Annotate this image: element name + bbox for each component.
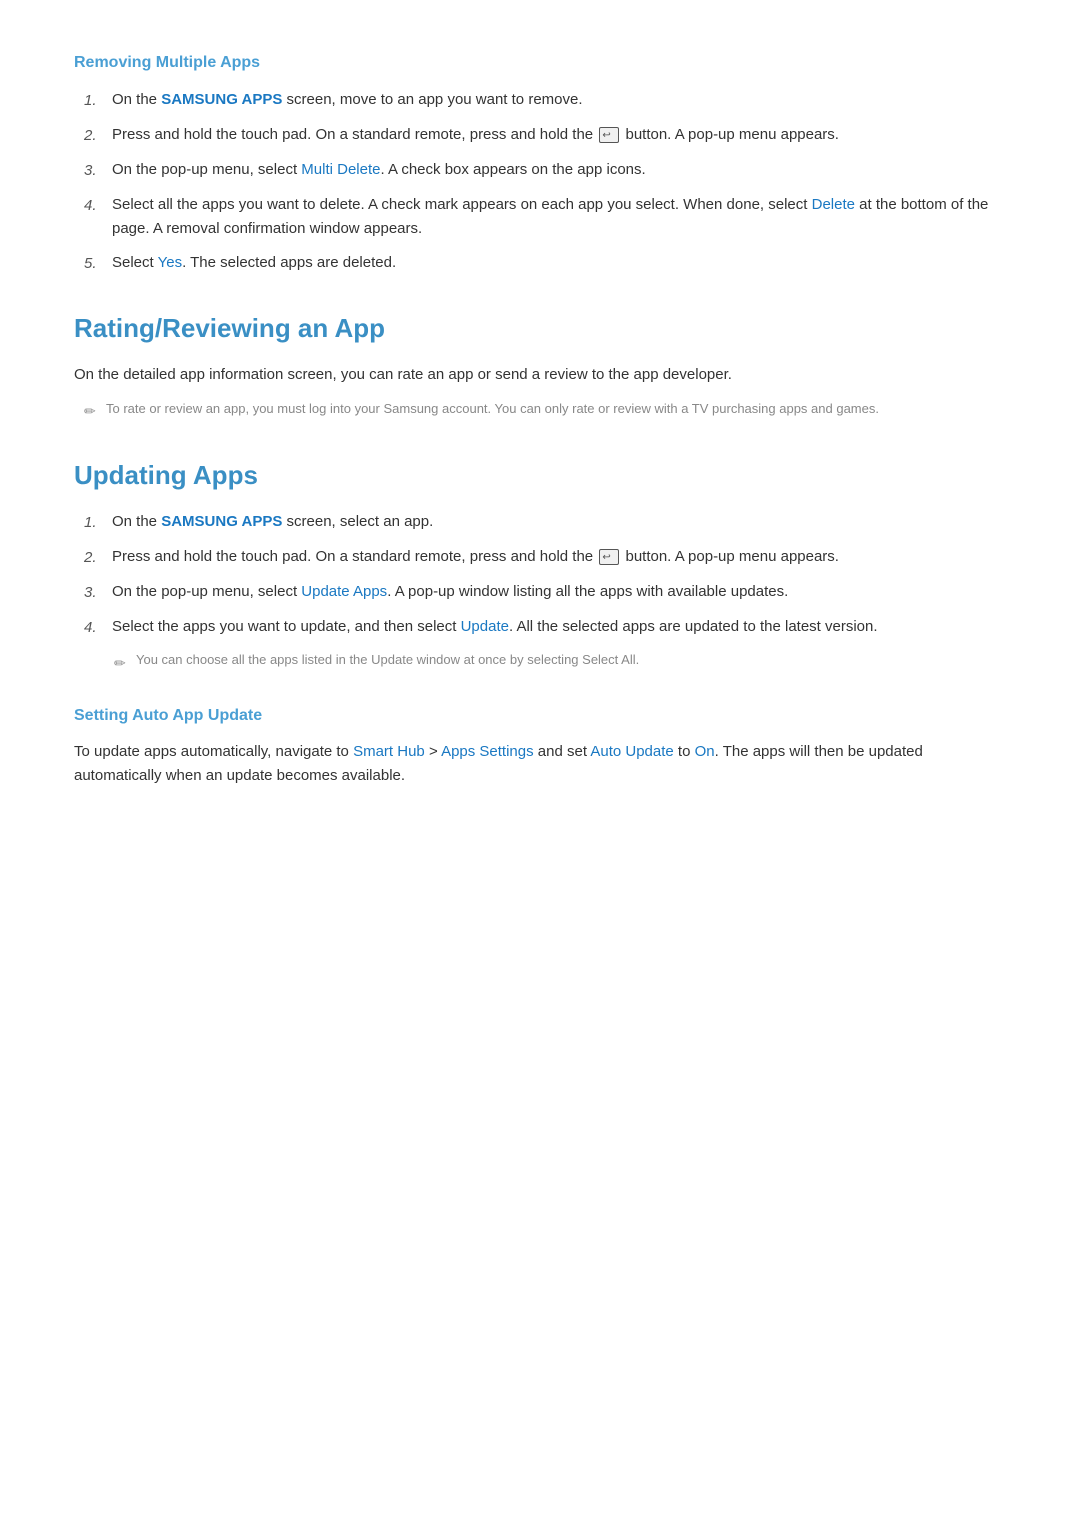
updating-step-number-1: 1. <box>84 510 112 535</box>
auto-update-link: Auto Update <box>590 743 673 760</box>
rating-section: Rating/Reviewing an App On the detailed … <box>74 308 1006 423</box>
delete-link: Delete <box>812 196 855 213</box>
updating-step-content-2: Press and hold the touch pad. On a stand… <box>112 545 1006 569</box>
auto-update-paragraph: To update apps automatically, navigate t… <box>74 740 1006 788</box>
auto-update-arrow: > <box>425 743 441 760</box>
update-apps-link: Update Apps <box>301 583 387 600</box>
updating-steps-list: 1. On the SAMSUNG APPS screen, select an… <box>74 510 1006 640</box>
updating-step-2: 2. Press and hold the touch pad. On a st… <box>74 545 1006 570</box>
yes-link: Yes <box>158 254 182 271</box>
auto-update-middle: and set <box>534 743 591 760</box>
removing-step-2: 2. Press and hold the touch pad. On a st… <box>74 123 1006 148</box>
updating-step-1: 1. On the SAMSUNG APPS screen, select an… <box>74 510 1006 535</box>
step-content-5: Select Yes. The selected apps are delete… <box>112 251 1006 275</box>
rating-note-block: ✏ To rate or review an app, you must log… <box>74 399 1006 422</box>
updating-step-number-3: 3. <box>84 580 112 605</box>
updating-step-content-4: Select the apps you want to update, and … <box>112 615 1006 639</box>
remote-button-icon-1 <box>599 127 619 143</box>
apps-settings-link: Apps Settings <box>441 743 534 760</box>
rating-paragraph: On the detailed app information screen, … <box>74 363 1006 387</box>
updating-step-content-1: On the SAMSUNG APPS screen, select an ap… <box>112 510 1006 534</box>
auto-update-section: Setting Auto App Update To update apps a… <box>74 703 1006 789</box>
auto-update-heading: Setting Auto App Update <box>74 703 1006 729</box>
smart-hub-link: Smart Hub <box>353 743 425 760</box>
updating-sub-note: ✏ You can choose all the apps listed in … <box>74 650 1006 674</box>
step-number-3: 3. <box>84 158 112 183</box>
updating-step-number-2: 2. <box>84 545 112 570</box>
step-number-2: 2. <box>84 123 112 148</box>
auto-update-text-before: To update apps automatically, navigate t… <box>74 743 353 760</box>
pencil-icon-1: ✏ <box>84 400 106 422</box>
pencil-icon-2: ✏ <box>114 652 136 674</box>
removing-step-4: 4. Select all the apps you want to delet… <box>74 193 1006 241</box>
removing-section: Removing Multiple Apps 1. On the SAMSUNG… <box>74 50 1006 276</box>
updating-step-4: 4. Select the apps you want to update, a… <box>74 615 1006 640</box>
updating-step-content-3: On the pop-up menu, select Update Apps. … <box>112 580 1006 604</box>
samsung-apps-highlight-1: SAMSUNG APPS <box>161 91 282 108</box>
updating-step-3: 3. On the pop-up menu, select Update App… <box>74 580 1006 605</box>
step-content-1: On the SAMSUNG APPS screen, move to an a… <box>112 88 1006 112</box>
updating-section-heading: Updating Apps <box>74 455 1006 497</box>
updating-step-number-4: 4. <box>84 615 112 640</box>
removing-step-5: 5. Select Yes. The selected apps are del… <box>74 251 1006 276</box>
update-link: Update <box>461 618 509 635</box>
multi-delete-link: Multi Delete <box>301 161 380 178</box>
on-link: On <box>695 743 715 760</box>
removing-section-heading: Removing Multiple Apps <box>74 50 1006 76</box>
remote-button-icon-2 <box>599 549 619 565</box>
rating-note-text: To rate or review an app, you must log i… <box>106 399 879 419</box>
step-number-5: 5. <box>84 251 112 276</box>
removing-step-1: 1. On the SAMSUNG APPS screen, move to a… <box>74 88 1006 113</box>
auto-update-to: to <box>674 743 695 760</box>
rating-section-heading: Rating/Reviewing an App <box>74 308 1006 350</box>
step-content-3: On the pop-up menu, select Multi Delete.… <box>112 158 1006 182</box>
removing-steps-list: 1. On the SAMSUNG APPS screen, move to a… <box>74 88 1006 276</box>
step-content-2: Press and hold the touch pad. On a stand… <box>112 123 1006 147</box>
updating-sub-note-text: You can choose all the apps listed in th… <box>136 650 639 670</box>
updating-section: Updating Apps 1. On the SAMSUNG APPS scr… <box>74 455 1006 675</box>
removing-step-3: 3. On the pop-up menu, select Multi Dele… <box>74 158 1006 183</box>
samsung-apps-highlight-2: SAMSUNG APPS <box>161 513 282 530</box>
step-content-4: Select all the apps you want to delete. … <box>112 193 1006 241</box>
step-number-1: 1. <box>84 88 112 113</box>
step-number-4: 4. <box>84 193 112 218</box>
